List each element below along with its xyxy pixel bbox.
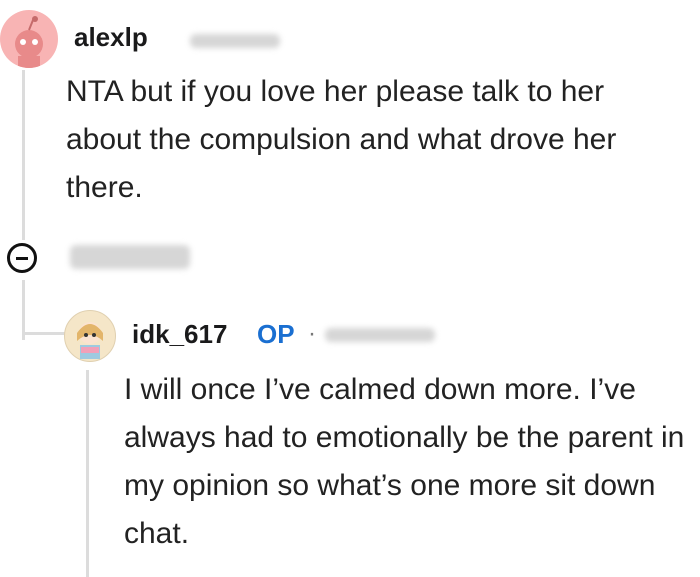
custom-snoo-icon xyxy=(77,322,103,359)
timestamp-blurred xyxy=(190,34,280,48)
reddit-snoo-icon xyxy=(15,16,43,68)
user-avatar[interactable] xyxy=(0,10,58,68)
op-badge: OP xyxy=(257,319,295,349)
comment-body: NTA but if you love her please talk to h… xyxy=(66,75,617,204)
reply-timestamp-blurred xyxy=(325,328,435,342)
comment-actions-blurred[interactable] xyxy=(70,245,190,269)
reply-user-avatar[interactable] xyxy=(64,310,116,362)
comment-author[interactable]: alexlp xyxy=(74,22,148,53)
reply-body: I will once I’ve calmed down more. I’ve … xyxy=(124,373,685,550)
separator-dot: · xyxy=(308,320,316,347)
reply-author[interactable]: idk_617 xyxy=(132,319,227,350)
thread-line-reply xyxy=(22,280,25,340)
thread-line-child xyxy=(86,370,89,577)
thread-line-connector xyxy=(22,332,67,335)
collapse-minus-icon[interactable] xyxy=(7,243,37,273)
thread-line-main xyxy=(22,70,25,240)
